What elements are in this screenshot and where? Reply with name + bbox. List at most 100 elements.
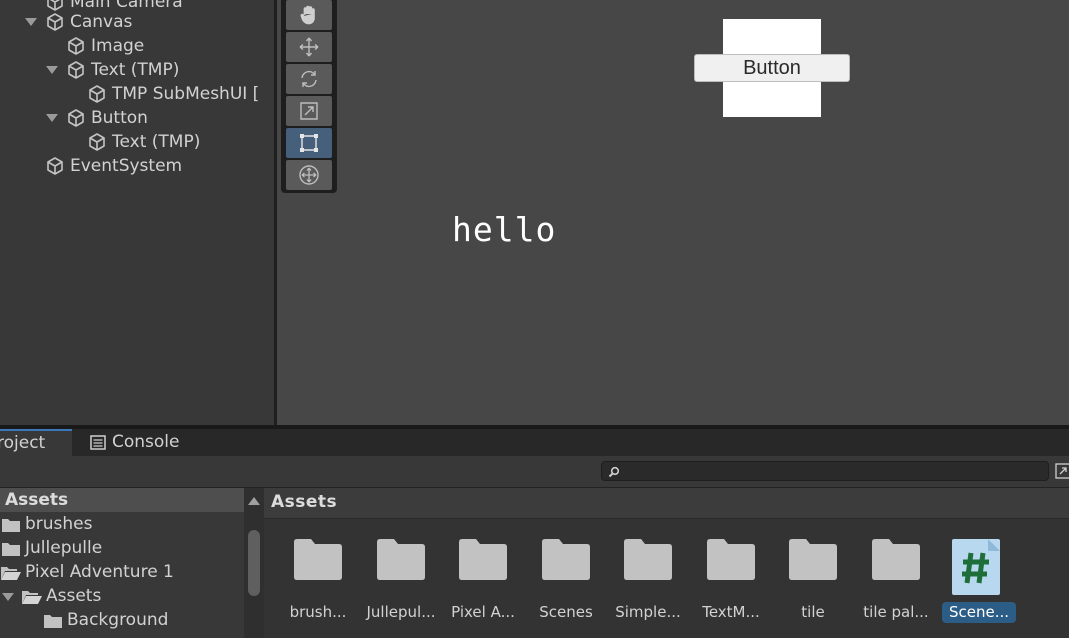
expand-arrow-icon[interactable]	[25, 18, 37, 26]
gameobject-cube-icon	[47, 13, 63, 31]
expand-arrow-icon[interactable]	[2, 593, 14, 601]
folder-icon	[2, 519, 20, 532]
hierarchy-item-button-text-tmp[interactable]: Text (TMP)	[0, 130, 274, 154]
folder-icon	[2, 543, 20, 556]
folder-icon	[44, 615, 62, 628]
hierarchy-panel: Main Camera Canvas Image Text (TMP) TMP …	[0, 0, 274, 425]
search-icon	[608, 466, 620, 478]
hierarchy-item-label: TMP SubMeshUI [	[112, 84, 260, 104]
hierarchy-item-label: Button	[91, 108, 148, 128]
hierarchy-item-label: Text (TMP)	[112, 132, 201, 152]
folder-open-icon	[22, 591, 42, 604]
tree-item-label: Jullepulle	[25, 538, 103, 558]
folder-icon	[624, 539, 672, 580]
project-folder-tree: Assets brushes Jullepulle Pixel Adventur…	[0, 488, 244, 638]
rect-tool-button[interactable]	[286, 128, 332, 158]
hierarchy-item-label: EventSystem	[70, 156, 183, 176]
project-toolbar	[0, 456, 1069, 488]
folder-icon	[377, 539, 425, 580]
asset-folder-textmesh[interactable]: TextM...	[690, 536, 772, 626]
asset-label: Jullepul...	[366, 603, 436, 621]
scale-tool-icon	[300, 102, 318, 120]
tool-palette	[281, 0, 337, 193]
asset-folder-pixel-adventure[interactable]: Pixel A...	[442, 536, 524, 626]
expand-arrow-icon[interactable]	[46, 114, 58, 122]
asset-folder-tile-palette[interactable]: tile pal...	[855, 536, 937, 626]
asset-label: TextM...	[702, 603, 760, 621]
breadcrumb-assets[interactable]: Assets	[271, 492, 337, 512]
tree-header-assets[interactable]: Assets	[0, 488, 244, 512]
asset-label: tile	[801, 603, 825, 621]
hierarchy-item-canvas[interactable]: Canvas	[0, 10, 274, 34]
expand-arrow-icon[interactable]	[46, 66, 58, 74]
tree-item-label: Background	[67, 610, 169, 630]
asset-folder-brushes[interactable]: brush...	[277, 536, 359, 626]
bottom-tab-bar: roject Console	[0, 429, 1069, 456]
hierarchy-item-text-tmp[interactable]: Text (TMP)	[0, 58, 274, 82]
asset-label: Simple...	[615, 603, 681, 621]
hello-text-object[interactable]: hello	[452, 210, 556, 249]
hand-tool-button[interactable]	[286, 0, 332, 30]
tab-console[interactable]: Console	[76, 429, 196, 456]
project-asset-grid: Assets brush... Jullepul... Pixel A... S…	[264, 488, 1069, 638]
asset-breadcrumb: Assets	[264, 488, 1069, 519]
folder-icon	[872, 539, 920, 580]
hierarchy-item-tmp-submeshui[interactable]: TMP SubMeshUI [	[0, 82, 274, 106]
gameobject-cube-icon	[68, 109, 84, 127]
hash-glyph-icon	[962, 539, 1000, 584]
scale-tool-button[interactable]	[286, 96, 332, 126]
move-tool-icon	[299, 37, 319, 57]
asset-label: brush...	[289, 603, 347, 621]
tree-item-pixel-adventure-1[interactable]: Pixel Adventure 1	[0, 560, 244, 584]
rotate-tool-icon	[301, 70, 317, 88]
hierarchy-item-label: Text (TMP)	[91, 60, 180, 80]
asset-folder-simple[interactable]: Simple...	[607, 536, 689, 626]
transform-tool-button[interactable]	[286, 160, 332, 190]
maximize-panel-icon[interactable]	[1055, 463, 1069, 479]
folder-icon	[789, 539, 837, 580]
rect-tool-icon	[300, 134, 318, 152]
scene-ui-button[interactable]: Button	[694, 54, 850, 82]
hierarchy-item-label: Image	[91, 36, 145, 56]
gameobject-cube-icon	[89, 133, 105, 151]
tree-item-brushes[interactable]: brushes	[0, 512, 244, 536]
tree-item-background[interactable]: Background	[0, 608, 244, 632]
csharp-script-icon	[952, 539, 1000, 595]
tree-scrollbar[interactable]	[244, 488, 264, 638]
tree-item-jullepulle[interactable]: Jullepulle	[0, 536, 244, 560]
scroll-up-arrow-icon[interactable]	[248, 497, 260, 505]
asset-label: Scene...	[942, 602, 1016, 623]
folder-icon	[459, 539, 507, 580]
hierarchy-item-button[interactable]: Button	[0, 106, 274, 130]
folder-open-icon	[1, 567, 21, 580]
tree-item-label: Pixel Adventure 1	[25, 562, 174, 582]
console-icon	[90, 435, 106, 450]
move-tool-button[interactable]	[286, 32, 332, 62]
folder-icon	[294, 539, 342, 580]
tree-item-assets[interactable]: Assets	[0, 584, 244, 608]
asset-label: tile pal...	[863, 603, 929, 621]
asset-script-scene[interactable]: Scene...	[938, 536, 1020, 626]
gameobject-cube-icon	[68, 37, 84, 55]
gameobject-cube-icon	[47, 157, 63, 175]
tree-item-label: brushes	[25, 514, 93, 534]
asset-folder-tile[interactable]: tile	[772, 536, 854, 626]
hierarchy-item-image[interactable]: Image	[0, 34, 274, 58]
project-search-input[interactable]	[601, 461, 1049, 481]
hierarchy-item-eventsystem[interactable]: EventSystem	[0, 154, 274, 178]
tree-item-label: Assets	[46, 586, 102, 606]
hierarchy-item-label: Canvas	[70, 12, 133, 32]
scrollbar-thumb[interactable]	[248, 530, 260, 596]
asset-folder-scenes[interactable]: Scenes	[525, 536, 607, 626]
gameobject-cube-icon	[89, 85, 105, 103]
tab-label: Console	[112, 432, 180, 452]
asset-folder-jullepulle[interactable]: Jullepul...	[360, 536, 442, 626]
tree-header-label: Assets	[5, 490, 69, 510]
tab-label: roject	[0, 433, 46, 453]
folder-icon	[542, 539, 590, 580]
asset-label: Scenes	[539, 603, 593, 621]
scene-view[interactable]: Button hello	[277, 0, 1069, 425]
hand-tool-icon	[300, 5, 315, 25]
tab-project[interactable]: roject	[0, 429, 72, 456]
rotate-tool-button[interactable]	[286, 64, 332, 94]
